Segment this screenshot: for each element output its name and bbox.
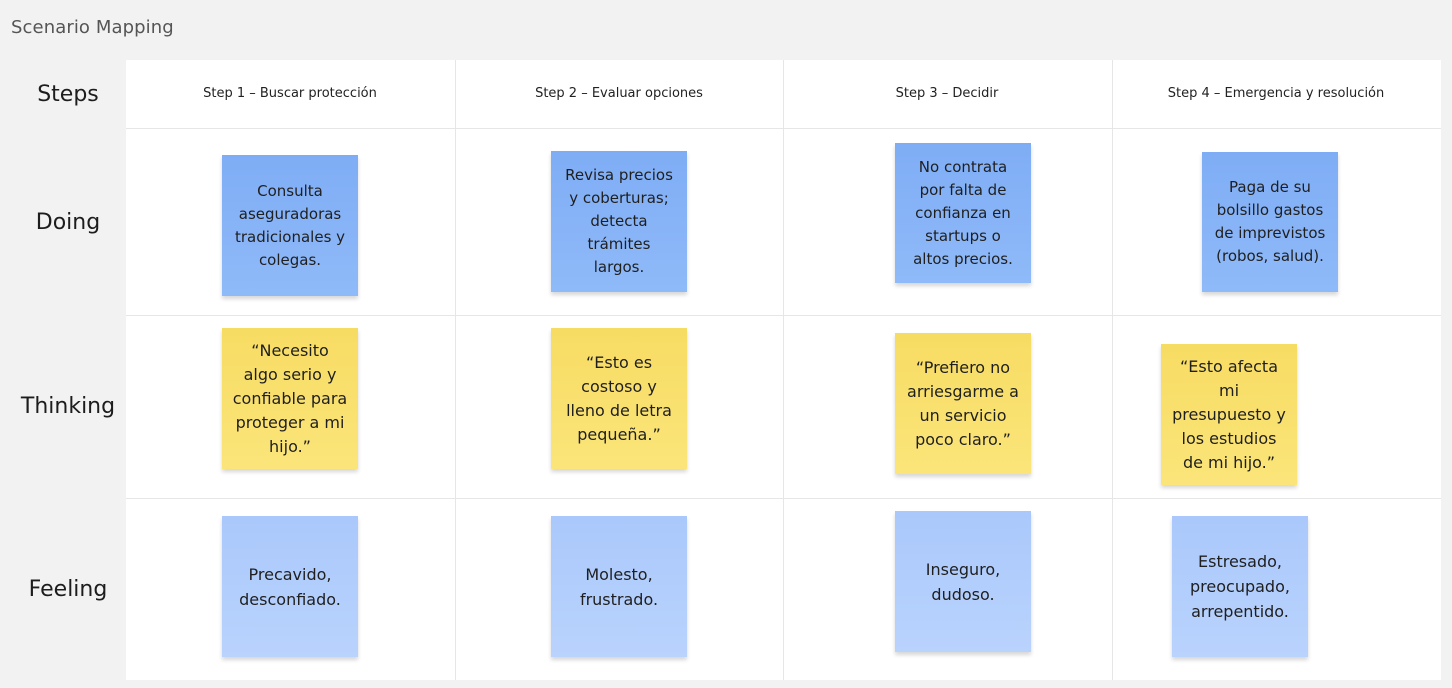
column-divider: [1112, 60, 1113, 680]
column-divider: [455, 60, 456, 680]
sticky-note-thinking-2[interactable]: “Esto es costoso y lleno de letra pequeñ…: [551, 328, 687, 469]
sticky-note-feeling-1[interactable]: Precavido, desconfiado.: [222, 516, 358, 657]
step-header-2: Step 2 – Evaluar opciones: [535, 86, 703, 101]
row-label-feeling: Feeling: [28, 577, 108, 602]
sticky-note-thinking-4[interactable]: “Esto afecta mi presupuesto y los estudi…: [1161, 344, 1297, 485]
sticky-note-doing-1[interactable]: Consulta aseguradoras tradicionales y co…: [222, 155, 358, 296]
row-label-doing: Doing: [35, 210, 101, 235]
sticky-note-feeling-4[interactable]: Estresado, preocupado, arrepentido.: [1172, 516, 1308, 657]
frame-title: Scenario Mapping: [11, 17, 174, 38]
scenario-board: Steps Doing Thinking Feeling Step 1 – Bu…: [10, 60, 1441, 680]
sticky-note-thinking-1[interactable]: “Necesito algo serio y confiable para pr…: [222, 328, 358, 469]
row-label-thinking: Thinking: [20, 394, 116, 419]
sticky-note-feeling-2[interactable]: Molesto, frustrado.: [551, 516, 687, 657]
row-label-steps: Steps: [37, 82, 99, 107]
sticky-note-feeling-3[interactable]: Inseguro, dudoso.: [895, 511, 1031, 652]
sticky-note-doing-3[interactable]: No contrata por falta de confianza en st…: [895, 143, 1031, 283]
sticky-note-thinking-3[interactable]: “Prefiero no arriesgarme a un servicio p…: [895, 333, 1031, 474]
step-header-4: Step 4 – Emergencia y resolución: [1167, 86, 1385, 101]
step-header-1: Step 1 – Buscar protección: [203, 86, 377, 101]
sticky-note-doing-4[interactable]: Paga de su bolsillo gastos de imprevisto…: [1202, 152, 1338, 292]
sticky-note-doing-2[interactable]: Revisa precios y coberturas; detecta trá…: [551, 151, 687, 292]
step-header-3: Step 3 – Decidir: [895, 86, 999, 101]
column-divider: [783, 60, 784, 680]
